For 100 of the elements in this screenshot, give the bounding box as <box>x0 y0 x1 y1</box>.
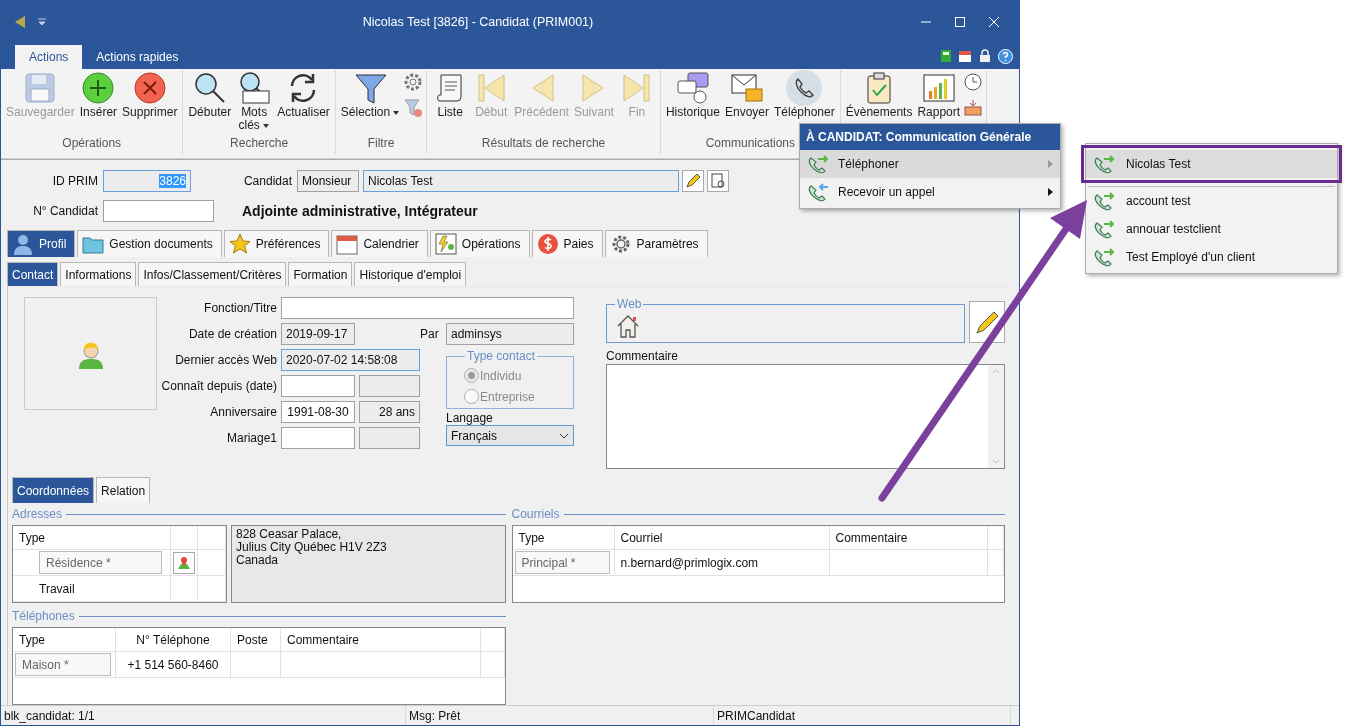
outgoing-call-icon <box>1092 153 1116 175</box>
gear-icon[interactable] <box>403 72 424 92</box>
ribbon-button[interactable]: Insérer <box>77 70 120 119</box>
scrollbar[interactable] <box>988 365 1004 468</box>
table-cell <box>987 526 1004 550</box>
candidate-number-field[interactable] <box>103 200 214 222</box>
known-since-extra-field[interactable] <box>359 375 420 397</box>
field-label: Fonction/Titre <box>203 301 278 315</box>
tab[interactable]: Calendrier <box>331 230 428 257</box>
marriage-field[interactable] <box>281 427 355 449</box>
funnel-remove-icon[interactable] <box>403 98 424 118</box>
language-select[interactable]: Français <box>446 425 574 446</box>
comment-field[interactable] <box>606 364 1005 469</box>
outgoing-call-icon <box>1092 218 1116 240</box>
tab[interactable]: Coordonnées <box>12 477 95 503</box>
cv-button[interactable] <box>707 170 729 192</box>
address-type[interactable]: Travail <box>39 581 75 596</box>
ribbon-button[interactable]: Débuter <box>186 70 234 119</box>
section-title: Téléphones <box>12 609 75 623</box>
tab[interactable]: Infos/Classement/Critères <box>138 262 287 286</box>
group-label: Résultats de recherche <box>480 136 607 152</box>
maximize-icon <box>955 17 965 27</box>
quick-access-icon[interactable] <box>37 17 47 27</box>
address-type-field[interactable]: Résidence * <box>39 551 162 574</box>
dollar-icon <box>536 233 559 255</box>
column-header: Type <box>13 526 171 550</box>
ribbon-button[interactable]: Historique <box>663 70 722 119</box>
calendar-icon[interactable] <box>958 49 972 63</box>
menu-item[interactable]: Test Employé d'un client <box>1086 243 1337 271</box>
email-type-field[interactable]: Principal * <box>514 551 610 574</box>
ribbon-button[interactable]: Envoyer <box>722 70 771 119</box>
field-label: Dernier accès Web <box>174 353 278 367</box>
phone-type-field[interactable]: Maison * <box>15 653 111 676</box>
tab[interactable]: Historique d'emploi <box>354 262 467 286</box>
calculator-icon[interactable] <box>940 49 952 63</box>
tab[interactable]: Relation <box>96 477 151 503</box>
job-title-field[interactable] <box>281 297 574 319</box>
lightning-pin-icon <box>434 233 457 255</box>
field-label: N° Candidat <box>32 204 99 218</box>
status-text: blk_candidat: 1/1 <box>1 706 406 725</box>
tab[interactable]: Contact <box>7 262 59 286</box>
ribbon-button[interactable]: Mots clés <box>234 70 275 132</box>
table-cell <box>481 652 505 678</box>
age-field[interactable]: 28 ans <box>359 401 420 423</box>
name-field[interactable]: Nicolas Test <box>363 170 679 192</box>
outgoing-call-icon <box>1092 190 1116 212</box>
house-icon[interactable] <box>615 313 641 339</box>
incoming-call-icon <box>806 181 830 203</box>
headline: Adjointe administrative, Intégrateur <box>242 203 478 219</box>
ribbon-button[interactable]: Actualiser <box>275 70 332 119</box>
status-text: PRIMCandidat <box>714 706 1011 725</box>
clock-icon[interactable] <box>963 72 984 92</box>
field-label: Commentaire <box>606 349 680 363</box>
ribbon-tab[interactable]: Actions rapides <box>82 45 193 69</box>
scroll-down-icon <box>992 459 1000 464</box>
creation-date-field[interactable]: 2019-09-17 <box>281 323 355 345</box>
ribbon-button[interactable]: Téléphoner <box>772 70 837 119</box>
menu-item[interactable]: annouar testclient <box>1086 215 1337 243</box>
ribbon-button[interactable]: Supprimer <box>120 70 180 119</box>
lock-icon[interactable] <box>978 49 992 63</box>
status-text: Msg: Prêt <box>406 706 714 725</box>
tab[interactable]: Gestion documents <box>77 230 222 257</box>
help-icon[interactable] <box>998 48 1013 64</box>
tab[interactable]: Préférences <box>223 230 330 257</box>
column-header: Courriel <box>614 526 830 550</box>
document-search-icon <box>710 173 726 189</box>
marriage-extra-field[interactable] <box>359 427 420 449</box>
folder-icon <box>82 234 105 254</box>
table-cell <box>481 628 505 652</box>
tab[interactable]: Informations <box>60 262 137 286</box>
tab[interactable]: Paramètres <box>604 230 708 257</box>
ribbon-button[interactable]: Rapport <box>915 70 963 119</box>
created-by-field[interactable]: adminsys <box>446 323 574 345</box>
ribbon-tab[interactable]: Actions <box>15 45 83 69</box>
ribbon-button[interactable]: Liste <box>430 70 471 119</box>
tab[interactable]: Paies <box>531 230 603 257</box>
type-contact-group: Type contact Individu Entreprise <box>446 349 574 409</box>
menu-item[interactable]: account test <box>1086 187 1337 215</box>
back-arrow-icon[interactable] <box>13 15 27 29</box>
field-label: Connaît depuis (date) <box>160 379 278 393</box>
table-cell: +1 514 560-8460 <box>116 652 231 678</box>
tab[interactable]: Opérations <box>429 230 530 257</box>
birthday-field[interactable]: 1991-08-30 <box>281 401 355 423</box>
column-header: Commentaire <box>281 628 481 652</box>
known-since-field[interactable] <box>281 375 355 397</box>
menu-item[interactable]: Téléphoner <box>800 150 1060 178</box>
ribbon-button[interactable]: Évènements <box>843 70 915 119</box>
civility-field[interactable]: Monsieur <box>297 170 359 192</box>
table-cell <box>987 550 1004 576</box>
menu-item[interactable]: Recevoir un appel <box>800 178 1060 206</box>
submenu-arrow-icon <box>1048 188 1054 196</box>
edit-button[interactable] <box>682 170 704 192</box>
web-access-field[interactable]: 2020-07-02 14:58:08 <box>281 349 420 371</box>
table-cell <box>198 526 226 550</box>
column-header: Type <box>512 526 615 550</box>
tab[interactable]: Profil <box>7 230 76 257</box>
group-label: Recherche <box>229 136 290 152</box>
ribbon-button[interactable]: Sélection <box>338 70 403 119</box>
tray-icon[interactable] <box>963 98 984 118</box>
tab[interactable]: Formation <box>288 262 353 286</box>
